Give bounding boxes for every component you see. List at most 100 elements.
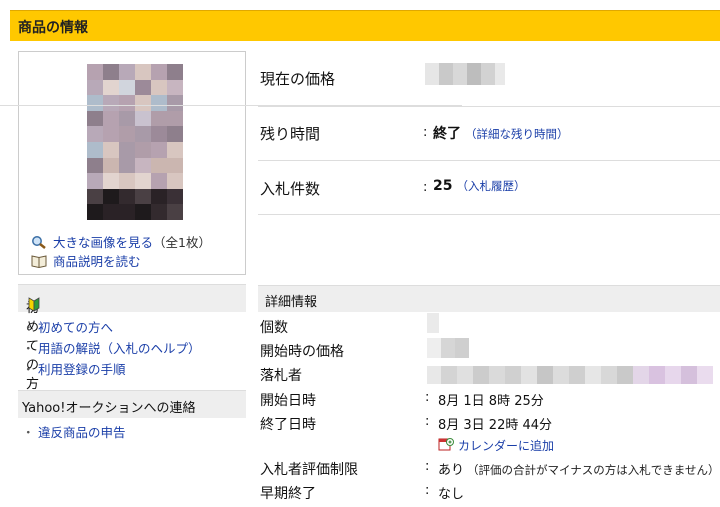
time-left-value: 終了 [433,126,461,142]
thumbnail-pixel [119,157,135,174]
thumbnail-pixel [119,142,135,158]
time-left-label: 残り時間 [260,125,321,143]
start-date-value: 8月 1日 8時 25分 [438,394,544,409]
sidebar-link-label[interactable]: 用語の解説（入札のヘルプ） [38,338,201,357]
calendar-icon [438,437,454,454]
thumbnail-pixel [103,110,119,127]
end-date-row: 終了日時 : 8月 3日 22時 44分 [260,414,720,437]
sidebar-link-glossary[interactable]: ・用語の解説（入札のヘルプ） [22,337,201,358]
thumbnail-pixel [87,142,103,158]
thumbnail-pixel [151,204,167,220]
thumbnail-pixel [167,126,183,142]
thumbnail-pixel [87,126,103,142]
read-description-link[interactable]: 商品説明を読む [31,251,211,270]
sidebar-link-registration[interactable]: ・利用登録の手順 [22,358,201,379]
thumbnail-pixel [151,126,167,142]
rating-limit-label: 入札者評価制限 [260,462,358,478]
thumbnail-pixel [151,110,167,127]
thumbnail-pixel [135,204,151,220]
start-price-value-blurred [427,338,469,358]
contact-heading-bar: Yahoo!オークションへの連絡 [18,390,246,418]
beginner-links: ・初めての方へ ・用語の解説（入札のヘルプ） ・利用登録の手順 [22,316,201,379]
page-title: 商品の情報 [18,20,88,36]
thumbnail-pixel [135,110,151,127]
thumbnail-pixel [151,173,167,189]
sidebar-link-label[interactable]: 利用登録の手順 [38,359,126,378]
sidebar-link-label[interactable]: 初めての方へ [38,317,113,336]
sidebar-link-label[interactable]: 違反商品の申告 [38,422,126,441]
winner-label: 落札者 [260,368,302,384]
thumbnail-pixel [135,157,151,174]
details-heading-bar: 詳細情報 [258,285,720,312]
thumbnail-pixel [103,157,119,174]
thumbnail-pixel [87,157,103,174]
enlarge-image-link[interactable]: 大きな画像を見る （全1枚） [31,232,211,251]
divider [258,106,720,107]
thumbnail-pixel [119,173,135,189]
colon: : [423,180,428,195]
thumbnail-pixel [119,110,135,127]
rating-limit-row: 入札者評価制限 : あり （評価の合計がマイナスの方は入札できません） [260,459,720,482]
current-price-value-blurred [425,63,505,85]
quantity-value-blurred [427,313,439,333]
thumbnail-pixel [87,173,103,189]
beginner-heading-bar: 初めての方 [18,284,246,392]
contact-links: ・違反商品の申告 [22,421,126,442]
quantity-label: 個数 [260,320,288,336]
thumbnail-pixel [135,142,151,158]
thumbnail-pixel [167,142,183,158]
bids-label: 入札件数 [260,180,321,198]
thumbnail-pixel [167,110,183,127]
early-end-label: 早期終了 [260,486,316,502]
divider [258,214,720,215]
bids-value: 25 [433,178,453,194]
thumbnail-pixel [151,142,167,158]
thumbnail-pixel [103,173,119,189]
start-price-label: 開始時の価格 [260,344,344,360]
colon: : [423,125,428,140]
thumbnail-pixel [119,204,135,220]
thumbnail-pixel [103,204,119,220]
beginner-leaf-icon [28,297,40,316]
rating-limit-value: あり [438,463,465,478]
thumbnail-pixel [167,188,183,205]
read-description-label[interactable]: 商品説明を読む [53,251,141,270]
sidebar-link-beginners[interactable]: ・初めての方へ [22,316,201,337]
image-count: （全1枚） [153,235,211,250]
contact-heading: Yahoo!オークションへの連絡 [22,401,196,416]
thumbnail-pixel [167,157,183,174]
rating-limit-note: （評価の合計がマイナスの方は入札できません） [467,463,720,477]
start-date-label: 開始日時 [260,393,316,409]
thumbnail-pixel [167,204,183,220]
book-icon [31,254,47,268]
winner-value-blurred [427,366,717,384]
enlarge-image-label[interactable]: 大きな画像を見る [53,232,153,251]
end-date-label: 終了日時 [260,417,316,433]
colon: : [425,414,430,429]
time-left-detail-link[interactable]: （詳細な残り時間） [465,127,569,141]
sidebar-link-report-violation[interactable]: ・違反商品の申告 [22,421,126,442]
current-price-label: 現在の価格 [260,70,336,88]
thumbnail-pixel [87,110,103,127]
thumbnail-pixel [103,188,119,205]
thumbnail-pixel [119,188,135,205]
details-heading: 詳細情報 [265,295,318,310]
quantity-row: 個数 [260,317,720,340]
section-title-bar: 商品の情報 [10,10,720,41]
start-date-row: 開始日時 : 8月 1日 8時 25分 [260,390,720,413]
thumbnail-pixel [135,126,151,142]
bid-history-link[interactable]: （入札履歴） [456,179,525,193]
magnifier-icon [31,235,47,249]
colon: : [425,483,430,498]
colon: : [425,459,430,474]
thumbnail-pixel [103,142,119,158]
current-price-row [0,51,462,106]
thumbnail-pixel [167,173,183,189]
end-date-value: 8月 3日 22時 44分 [438,418,553,433]
thumbnail-pixel [87,188,103,205]
add-to-calendar-label[interactable]: カレンダーに追加 [458,437,554,454]
thumbnail-pixel [135,188,151,205]
early-end-value: なし [438,487,465,502]
thumbnail-pixel [151,188,167,205]
add-to-calendar-link[interactable]: カレンダーに追加 [438,437,554,454]
